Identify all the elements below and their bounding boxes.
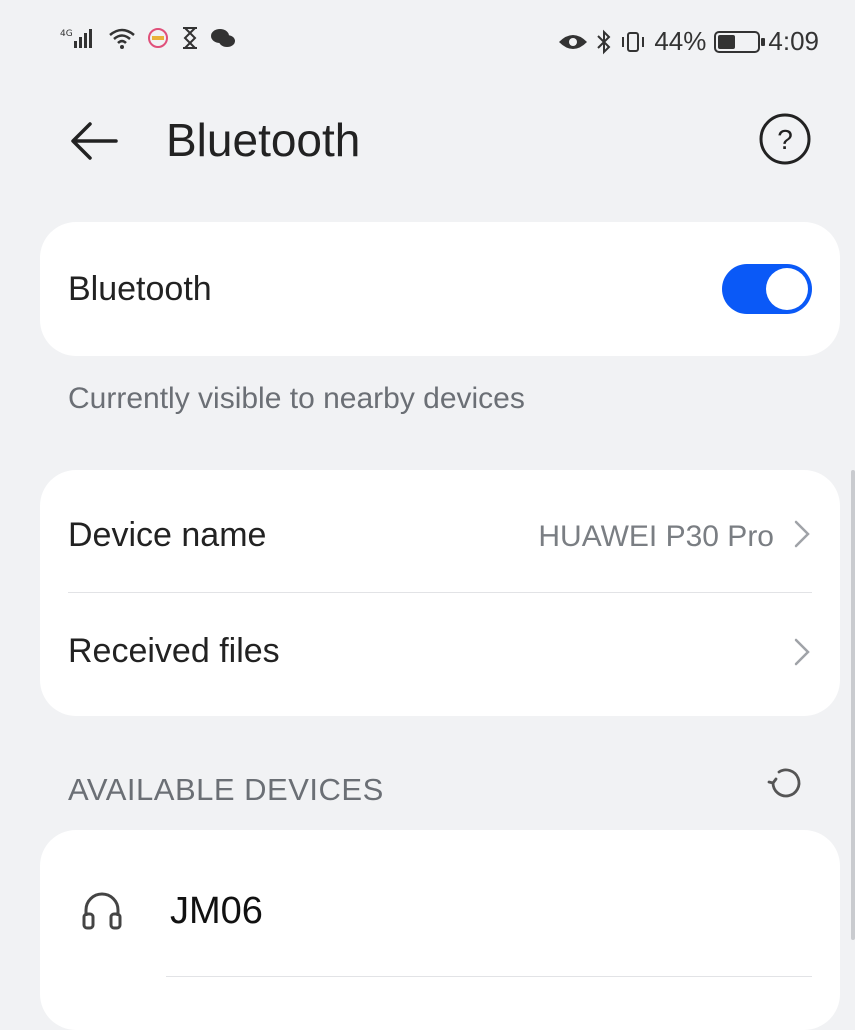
device-name-value: HUAWEI P30 Pro (538, 520, 774, 553)
status-bar: 4G 44% 4:09 (0, 0, 855, 80)
toggle-knob (766, 268, 808, 310)
divider (166, 976, 812, 977)
hourglass-icon (183, 27, 197, 49)
available-devices-header: AVAILABLE DEVICES (68, 772, 384, 807)
received-files-row[interactable]: Received files (40, 594, 840, 714)
bluetooth-label: Bluetooth (68, 270, 212, 308)
signal-icon: 4G (60, 29, 92, 48)
wifi-icon (109, 28, 135, 49)
eye-comfort-icon (559, 34, 588, 49)
back-button[interactable] (64, 111, 124, 171)
device-name: JM06 (170, 890, 263, 932)
available-devices-card: JM06 (40, 830, 840, 1030)
status-left-icons: 4G (60, 26, 236, 50)
bluetooth-toggle-card: Bluetooth (40, 222, 840, 356)
status-right-icons: 44% 4:09 (558, 26, 819, 57)
wechat-icon (211, 29, 235, 47)
vibrate-icon (622, 31, 645, 52)
clock: 4:09 (768, 26, 819, 56)
svg-text:4G: 4G (60, 29, 73, 39)
chevron-right-icon (794, 520, 810, 548)
scrollbar[interactable] (851, 470, 855, 940)
svg-text:?: ? (777, 124, 793, 155)
device-name-label: Device name (68, 516, 267, 554)
help-button[interactable]: ? (757, 111, 813, 167)
page-title: Bluetooth (166, 114, 361, 166)
headphones-icon (82, 892, 122, 930)
help-icon: ? (759, 113, 811, 165)
battery-fill (718, 34, 736, 49)
received-files-label: Received files (68, 632, 280, 670)
bluetooth-toggle[interactable] (722, 264, 812, 314)
battery-icon (714, 30, 766, 53)
device-name-row[interactable]: Device name HUAWEI P30 Pro (40, 470, 840, 590)
list-item[interactable]: JM06 (40, 830, 840, 980)
refresh-button[interactable] (763, 760, 809, 806)
chevron-right-icon (794, 638, 810, 666)
visibility-status: Currently visible to nearby devices (68, 382, 525, 415)
device-info-card: Device name HUAWEI P30 Pro Received file… (40, 470, 840, 716)
battery-percent: 44% (654, 26, 707, 56)
app-bar: Bluetooth ? (0, 95, 855, 185)
notification-icon (148, 28, 168, 48)
refresh-icon (767, 768, 801, 798)
bluetooth-icon (597, 29, 611, 54)
divider (68, 592, 812, 593)
back-arrow-icon (71, 122, 118, 160)
